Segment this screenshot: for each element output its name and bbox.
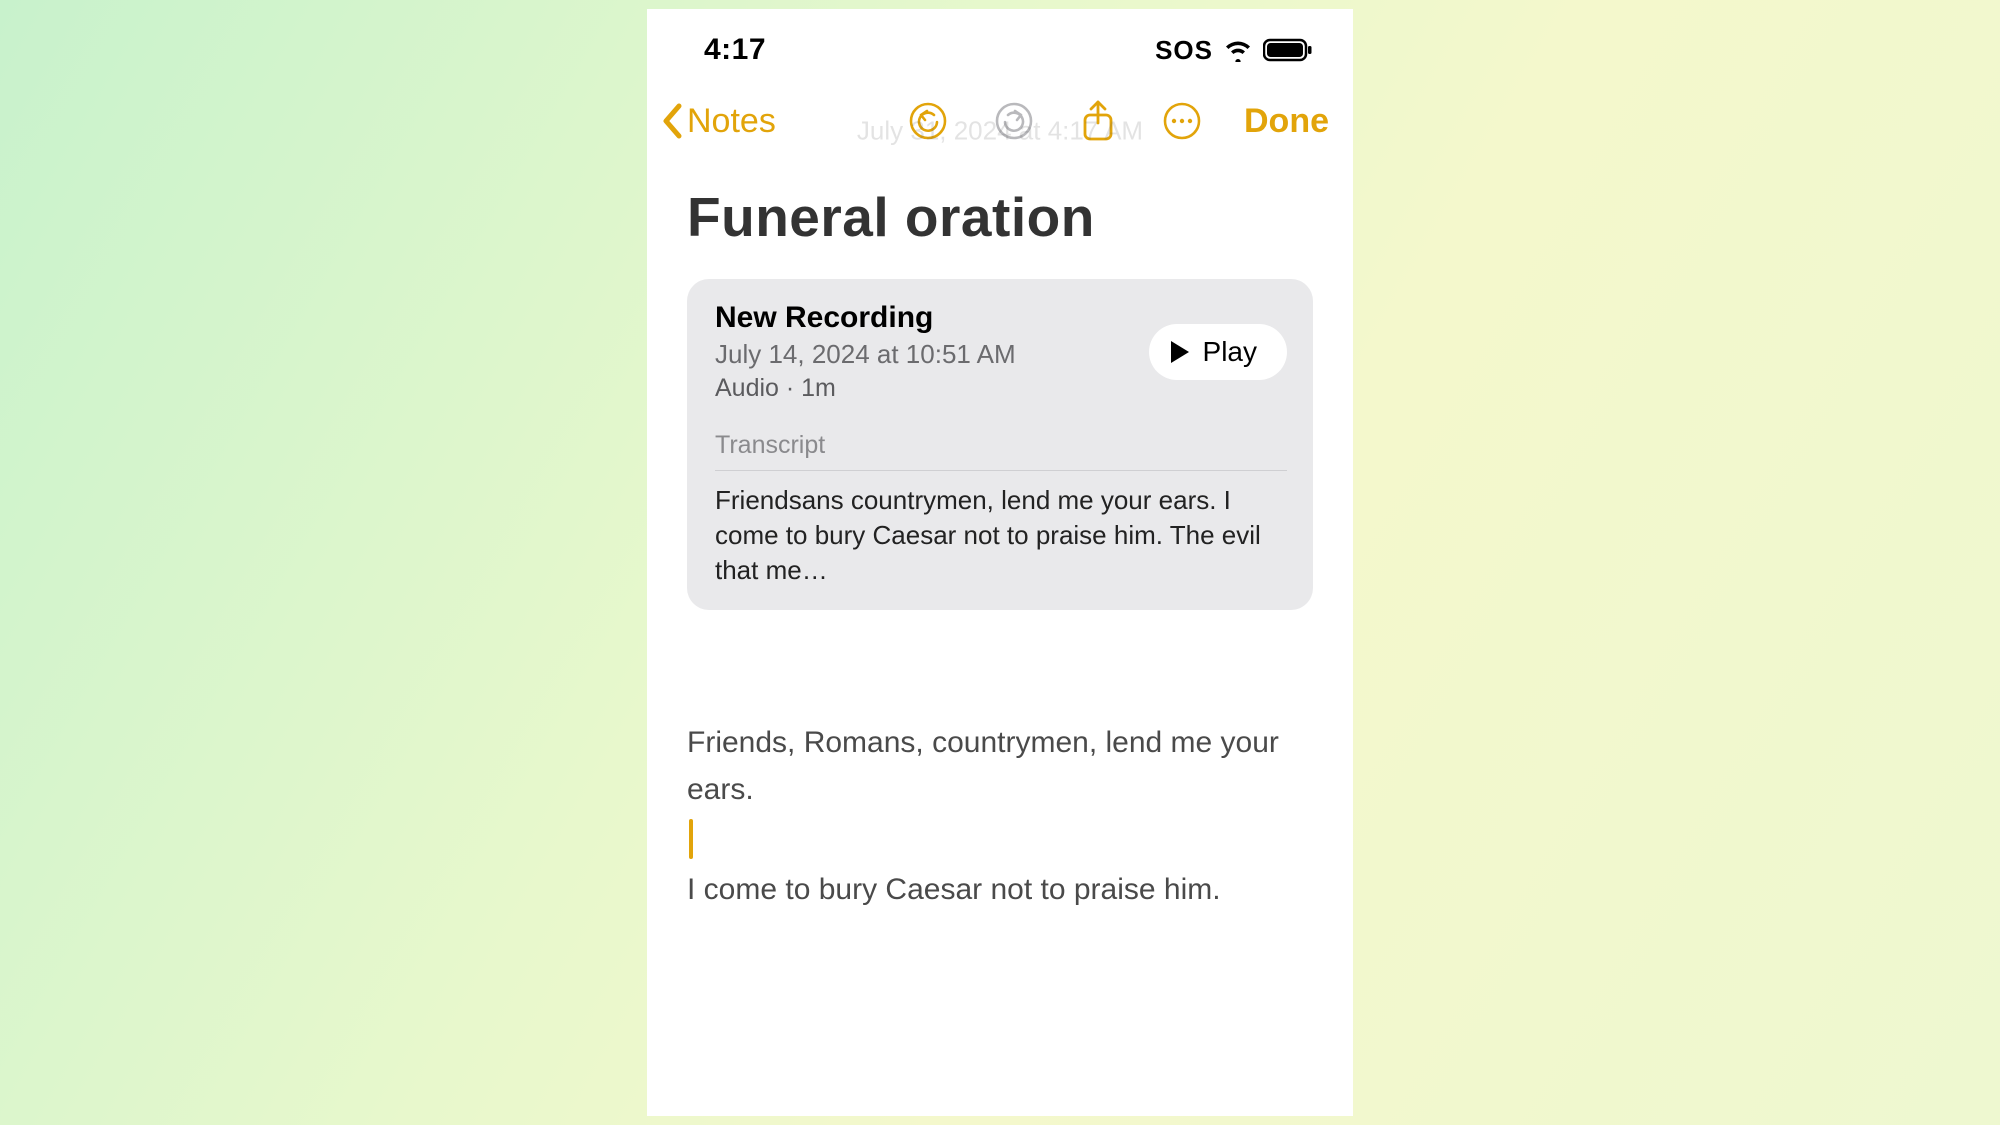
back-label: Notes [687,102,776,141]
cursor-line [687,817,1313,859]
battery-icon [1263,38,1313,62]
text-cursor [689,819,693,859]
chevron-left-icon [659,102,687,140]
note-paragraph[interactable]: Friends, Romans, countrymen, lend me you… [687,720,1313,813]
back-button[interactable]: Notes [659,102,776,141]
note-title[interactable]: Funeral oration [687,185,1313,249]
recording-date: July 14, 2024 at 10:51 AM [715,339,1133,370]
note-body[interactable]: Friends, Romans, countrymen, lend me you… [687,720,1313,914]
recording-info: New Recording July 14, 2024 at 10:51 AM … [715,301,1133,403]
recording-title: New Recording [715,301,1133,335]
status-right: SOS [1155,35,1313,66]
transcript-label: Transcript [715,431,1287,471]
recording-card[interactable]: New Recording July 14, 2024 at 10:51 AM … [687,279,1313,610]
phone-screen: 4:17 SOS N [647,9,1353,1116]
recording-meta: Audio · 1m [715,374,1133,403]
sos-indicator: SOS [1155,35,1213,66]
nav-bar: Notes [647,81,1353,161]
recording-header: New Recording July 14, 2024 at 10:51 AM … [715,301,1287,403]
play-button[interactable]: Play [1149,324,1287,380]
share-button[interactable] [1080,99,1116,143]
play-icon [1171,341,1189,363]
nav-icons [908,99,1202,143]
note-content: Funeral oration New Recording July 14, 2… [647,185,1353,914]
note-paragraph[interactable]: I come to bury Caesar not to praise him. [687,867,1313,914]
status-bar: 4:17 SOS [647,9,1353,81]
done-button[interactable]: Done [1244,102,1329,141]
undo-button[interactable] [908,101,948,141]
status-time: 4:17 [704,33,766,67]
transcript-preview[interactable]: Friendsans countrymen, lend me your ears… [715,483,1287,588]
wifi-icon [1223,38,1253,62]
redo-button[interactable] [994,101,1034,141]
play-label: Play [1203,336,1257,368]
more-button[interactable] [1162,101,1202,141]
